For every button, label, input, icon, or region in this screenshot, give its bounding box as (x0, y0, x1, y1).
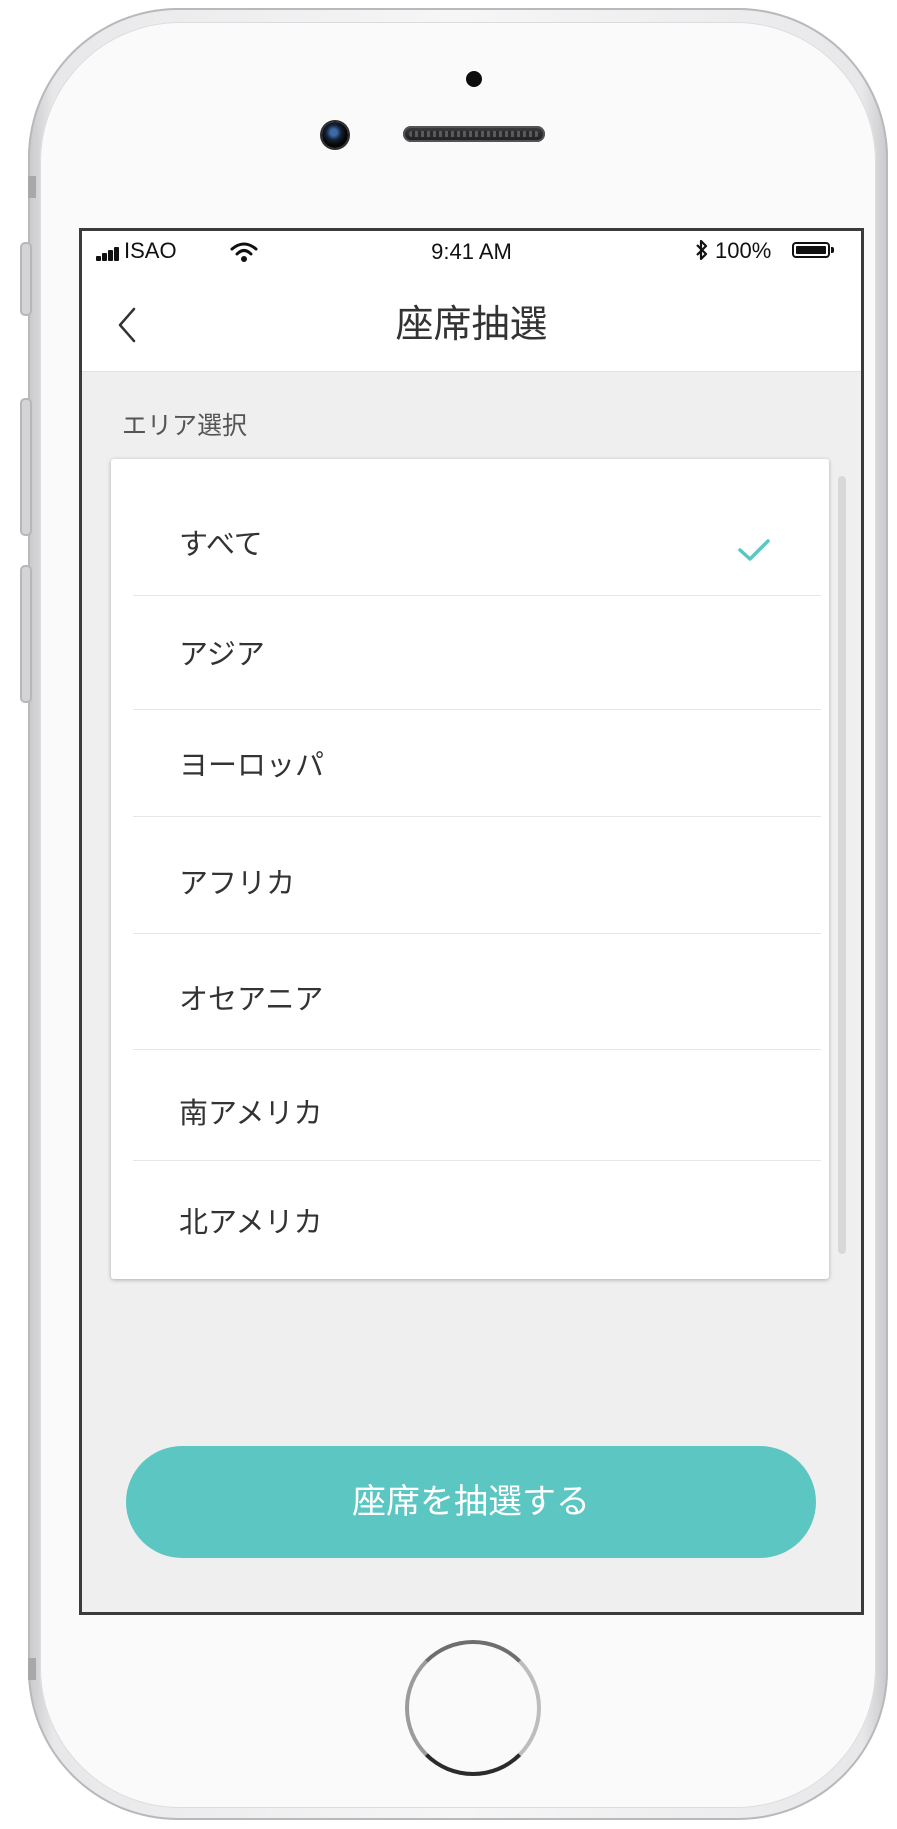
area-item-label: アフリカ (179, 866, 296, 900)
area-item-label: オセアニア (179, 982, 324, 1016)
volume-up-button (20, 398, 32, 536)
area-item-north-america[interactable]: 北アメリカ (126, 1161, 821, 1279)
area-item-asia[interactable]: アジア (133, 596, 821, 710)
mute-switch (20, 242, 32, 316)
front-camera (322, 122, 348, 148)
area-item-label: アジア (179, 637, 265, 671)
area-item-all[interactable]: すべて (133, 459, 821, 596)
draw-seat-button[interactable]: 座席を抽選する (126, 1446, 816, 1558)
battery-percent: 100% (715, 238, 772, 263)
area-list: すべて アジア ヨーロッパ アフリカ オセアニア 南アメリカ 北アメリカ (111, 459, 829, 1279)
volume-down-button (20, 565, 32, 703)
area-item-label: ヨーロッパ (179, 748, 325, 782)
proximity-sensor (466, 71, 482, 87)
side-mark-bottom (28, 1658, 36, 1680)
area-item-south-america[interactable]: 南アメリカ (133, 1050, 821, 1161)
area-item-africa[interactable]: アフリカ (133, 817, 821, 934)
area-item-label: 南アメリカ (179, 1096, 323, 1130)
earpiece-speaker (403, 126, 545, 142)
battery-icon (792, 242, 834, 258)
screen: ISAO 9:41 AM 100% 座席抽選 エリア選択 すべて アジア ヨーロ… (79, 228, 864, 1615)
area-item-oceania[interactable]: オセアニア (133, 934, 821, 1050)
page-title: 座席抽選 (395, 302, 548, 346)
navigation-bar: 座席抽選 (82, 273, 861, 372)
list-scrollbar[interactable] (838, 476, 846, 1254)
bluetooth-icon (696, 239, 708, 261)
area-section-label: エリア選択 (122, 411, 248, 440)
status-bar: ISAO 9:41 AM 100% (82, 231, 861, 273)
area-item-label: すべて (179, 527, 263, 561)
checkmark-icon (738, 539, 770, 561)
area-item-label: 北アメリカ (179, 1205, 323, 1239)
side-mark-top (28, 176, 36, 198)
area-item-europe[interactable]: ヨーロッパ (133, 710, 821, 817)
home-button[interactable] (405, 1640, 541, 1776)
